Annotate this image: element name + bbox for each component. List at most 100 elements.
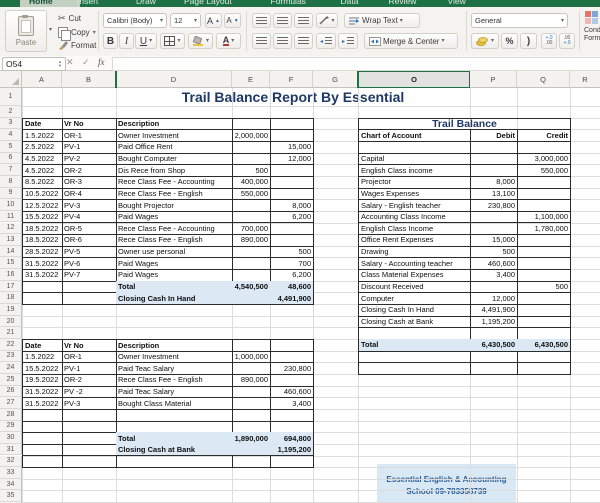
cell-E32[interactable] xyxy=(232,456,271,469)
align-top-button[interactable] xyxy=(252,13,271,28)
row-header-7[interactable]: 7 xyxy=(0,164,22,176)
row-header-18[interactable]: 18 xyxy=(0,292,22,304)
row-header-3[interactable]: 3 xyxy=(0,118,22,130)
row-header-6[interactable]: 6 xyxy=(0,153,22,165)
row-header-24[interactable]: 24 xyxy=(0,362,22,374)
row-header-10[interactable]: 10 xyxy=(0,199,22,211)
row-header-34[interactable]: 34 xyxy=(0,479,22,491)
name-box-stepper-icon[interactable]: ▲▼ xyxy=(58,60,62,68)
cut-button[interactable]: ✂ Cut xyxy=(58,13,81,24)
format-painter-button[interactable]: Format xyxy=(58,41,96,50)
cell-B32[interactable] xyxy=(62,456,117,469)
column-header-R[interactable]: R xyxy=(570,71,600,88)
conditional-formatting-button[interactable]: Cond Form xyxy=(584,11,600,43)
row-header-32[interactable]: 32 xyxy=(0,456,22,468)
paste-caret-icon[interactable]: ▾ xyxy=(49,27,52,33)
merge-center-button[interactable]: Merge & Center ▾ xyxy=(364,33,458,49)
shrink-font-button[interactable]: A▼ xyxy=(224,13,241,28)
row-header-14[interactable]: 14 xyxy=(0,246,22,258)
align-left-button[interactable] xyxy=(252,33,271,49)
align-right-button[interactable] xyxy=(294,33,313,49)
row-header-22[interactable]: 22 xyxy=(0,339,22,351)
cell-F18[interactable]: 4,491,900 xyxy=(270,292,314,305)
row-header-21[interactable]: 21 xyxy=(0,327,22,339)
accounting-format-button[interactable]: ▾ xyxy=(471,33,499,49)
font-size-select[interactable]: 12 ▾ xyxy=(170,13,201,28)
name-box[interactable]: O54 ▲▼ xyxy=(2,57,66,71)
copy-button[interactable]: Copy ▾ xyxy=(58,27,96,38)
column-header-D[interactable]: D xyxy=(116,71,232,88)
increase-decimal-button[interactable]: +.0 .00 xyxy=(541,33,557,49)
row-header-5[interactable]: 5 xyxy=(0,141,22,153)
row-header-12[interactable]: 12 xyxy=(0,223,22,235)
row-header-16[interactable]: 16 xyxy=(0,269,22,281)
column-header-P[interactable]: P xyxy=(470,71,517,88)
font-name-select[interactable]: Calibri (Body) ▾ xyxy=(103,13,167,28)
number-format-select[interactable]: General ▾ xyxy=(471,13,568,28)
row-header-20[interactable]: 20 xyxy=(0,316,22,328)
row-header-31[interactable]: 31 xyxy=(0,444,22,456)
row-header-26[interactable]: 26 xyxy=(0,386,22,398)
row-header-8[interactable]: 8 xyxy=(0,176,22,188)
enter-icon[interactable]: ✓ xyxy=(82,57,90,68)
row-header-35[interactable]: 35 xyxy=(0,490,22,502)
row-header-15[interactable]: 15 xyxy=(0,257,22,269)
percent-style-button[interactable]: % xyxy=(501,33,518,49)
cell-D18[interactable]: Closing Cash In Hand xyxy=(116,292,233,305)
increase-indent-button[interactable]: ▸ xyxy=(338,33,358,49)
row-header-29[interactable]: 29 xyxy=(0,421,22,433)
decrease-decimal-button[interactable]: .00 +.0 xyxy=(559,33,575,49)
italic-button[interactable]: I xyxy=(119,33,134,49)
text-orientation-button[interactable]: ▾ xyxy=(316,13,338,28)
row-header-13[interactable]: 13 xyxy=(0,234,22,246)
cell-O24[interactable] xyxy=(358,362,471,375)
row-header-25[interactable]: 25 xyxy=(0,374,22,386)
row-header-33[interactable]: 33 xyxy=(0,467,22,479)
cell-E18[interactable] xyxy=(232,292,271,305)
align-middle-button[interactable] xyxy=(273,13,292,28)
ribbon-tab-page-layout[interactable]: Page Layout xyxy=(175,0,274,7)
column-header-Q[interactable]: Q xyxy=(517,71,570,88)
column-header-F[interactable]: F xyxy=(270,71,313,88)
wrap-text-button[interactable]: Wrap Text ▾ xyxy=(344,13,420,28)
column-header-O[interactable]: O xyxy=(358,71,470,88)
cell-Q24[interactable] xyxy=(517,362,571,375)
row-header-2[interactable]: 2 xyxy=(0,106,22,118)
column-header-A[interactable]: A xyxy=(22,71,62,88)
cell-F32[interactable] xyxy=(270,456,314,469)
cell-A18[interactable] xyxy=(22,292,63,305)
cell-D32[interactable] xyxy=(116,456,233,469)
font-color-button[interactable]: A ▾ xyxy=(216,33,241,49)
bold-button[interactable]: B xyxy=(103,33,118,49)
row-header-28[interactable]: 28 xyxy=(0,409,22,421)
align-center-button[interactable] xyxy=(273,33,292,49)
column-header-B[interactable]: B xyxy=(62,71,116,88)
row-header-19[interactable]: 19 xyxy=(0,304,22,316)
underline-button[interactable]: U▾ xyxy=(135,33,157,49)
row-header-4[interactable]: 4 xyxy=(0,129,22,141)
row-header-9[interactable]: 9 xyxy=(0,188,22,200)
row-header-23[interactable]: 23 xyxy=(0,351,22,363)
fill-color-button[interactable]: ▾ xyxy=(188,33,213,49)
row-header-27[interactable]: 27 xyxy=(0,397,22,409)
column-header-G[interactable]: G xyxy=(313,71,358,88)
paste-button[interactable]: Paste xyxy=(5,10,47,52)
row-header-17[interactable]: 17 xyxy=(0,281,22,293)
borders-button[interactable]: ▾ xyxy=(160,33,185,49)
row-header-30[interactable]: 30 xyxy=(0,432,22,444)
grow-font-button[interactable]: A▲ xyxy=(205,13,222,28)
comma-style-button[interactable]: ) xyxy=(520,33,537,49)
ribbon-tab-view[interactable]: View xyxy=(439,0,499,7)
select-all-corner[interactable] xyxy=(0,71,22,88)
column-header-E[interactable]: E xyxy=(232,71,270,88)
cell-A32[interactable] xyxy=(22,456,63,469)
cell-B18[interactable] xyxy=(62,292,117,305)
formula-input[interactable] xyxy=(112,57,600,71)
cancel-icon[interactable]: ✕ xyxy=(66,57,74,68)
fx-icon[interactable]: fx xyxy=(98,57,105,67)
align-bottom-button[interactable] xyxy=(294,13,313,28)
cell-P24[interactable] xyxy=(470,362,518,375)
row-header-1[interactable]: 1 xyxy=(0,88,22,106)
decrease-indent-button[interactable]: ◂ xyxy=(316,33,336,49)
row-header-11[interactable]: 11 xyxy=(0,211,22,223)
